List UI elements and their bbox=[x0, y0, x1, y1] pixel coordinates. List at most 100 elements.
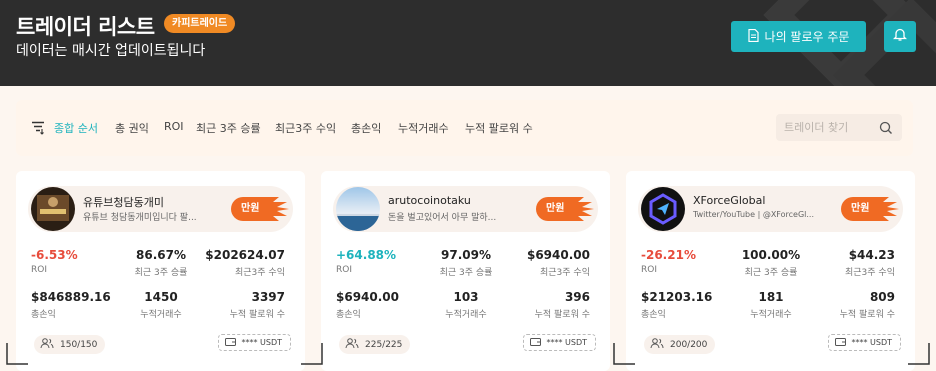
stat-label: 최근3주 수익 bbox=[540, 268, 590, 278]
stat-trades: 181 누적거래수 bbox=[726, 290, 816, 320]
stat-value: $846889.16 bbox=[31, 290, 111, 304]
corner-bracket bbox=[613, 343, 635, 365]
search-icon[interactable] bbox=[879, 120, 893, 139]
notification-button[interactable] bbox=[884, 21, 916, 52]
trader-profile[interactable]: 유튜브청담동개미 유튜브 청담동개미입니다 팔... 만원 bbox=[28, 186, 293, 232]
search-input[interactable] bbox=[784, 118, 874, 137]
stat-win-rate: 97.09% 최근 3주 승률 bbox=[421, 248, 511, 278]
filter-3w-profit[interactable]: 최근3주 수익 bbox=[275, 120, 336, 136]
stat-followers: 809 누적 팔로워 수 bbox=[840, 290, 895, 320]
stat-total-pnl: $6940.00 총손익 bbox=[336, 290, 399, 320]
stat-followers: 396 누적 팔로워 수 bbox=[535, 290, 590, 320]
capacity-value: 225/225 bbox=[365, 339, 403, 350]
flame-icon bbox=[568, 197, 594, 221]
stat-value: 103 bbox=[453, 290, 479, 304]
my-follow-orders-button[interactable]: 나의 팔로우 주문 bbox=[731, 21, 866, 52]
users-icon bbox=[650, 337, 664, 352]
trader-name: arutocoinotaku bbox=[388, 194, 471, 207]
trader-card[interactable]: 유튜브청담동개미 유튜브 청담동개미입니다 팔... 만원 -6.53% ROI … bbox=[16, 171, 305, 371]
document-icon bbox=[747, 28, 759, 45]
stat-total-pnl: $846889.16 총손익 bbox=[31, 290, 111, 320]
stat-value: -26.21% bbox=[641, 248, 696, 262]
stat-roi: +64.88% ROI bbox=[336, 248, 396, 275]
stat-label: 최근3주 수익 bbox=[235, 268, 285, 278]
stat-value: 1450 bbox=[144, 290, 178, 304]
usdt-value: **** USDT bbox=[546, 338, 587, 347]
stat-label: 누적거래수 bbox=[750, 310, 792, 320]
full-tag: 만원 bbox=[536, 197, 594, 221]
trader-card[interactable]: arutocoinotaku 돈을 벌고있어서 아무 말하... 만원 +64.… bbox=[321, 171, 610, 371]
users-icon bbox=[40, 337, 54, 352]
usdt-value: **** USDT bbox=[851, 338, 892, 347]
stat-total-pnl: $21203.16 총손익 bbox=[641, 290, 712, 320]
bell-icon bbox=[892, 27, 908, 46]
stat-win-rate: 100.00% 최근 3주 승률 bbox=[726, 248, 816, 278]
flame-icon bbox=[873, 197, 899, 221]
stat-value: 809 bbox=[869, 290, 895, 304]
stat-label: ROI bbox=[31, 265, 47, 275]
stat-value: 181 bbox=[758, 290, 784, 304]
stat-value: $21203.16 bbox=[641, 290, 713, 304]
trader-bio: 돈을 벌고있어서 아무 말하... bbox=[388, 213, 497, 223]
stat-label: 최근 3주 승률 bbox=[744, 268, 798, 278]
stat-label: ROI bbox=[641, 265, 657, 275]
filter-total-equity[interactable]: 총 권익 bbox=[115, 120, 149, 136]
follower-capacity: 225/225 bbox=[339, 335, 411, 354]
stat-value: 97.09% bbox=[441, 248, 491, 262]
filter-bar: 종합 순서 총 권익 ROI 최근 3주 승률 최근3주 수익 총손익 누적거래… bbox=[16, 100, 913, 156]
stat-label: 최근 3주 승률 bbox=[134, 268, 188, 278]
trader-name: XForceGlobal bbox=[693, 194, 766, 207]
stat-trades: 1450 누적거래수 bbox=[116, 290, 206, 320]
trader-card[interactable]: XForceGlobal Twitter/YouTube | @XForceGl… bbox=[626, 171, 915, 371]
copytrade-badge: 카피트레이드 bbox=[164, 14, 236, 33]
filter-overall[interactable]: 종합 순서 bbox=[54, 120, 98, 136]
avatar bbox=[641, 187, 685, 231]
my-follow-orders-label: 나의 팔로우 주문 bbox=[764, 30, 850, 44]
stat-trades: 103 누적거래수 bbox=[421, 290, 511, 320]
trader-profile[interactable]: arutocoinotaku 돈을 벌고있어서 아무 말하... 만원 bbox=[333, 186, 598, 232]
capacity-value: 150/150 bbox=[60, 339, 98, 350]
stat-label: 최근 3주 승률 bbox=[439, 268, 493, 278]
trader-profile[interactable]: XForceGlobal Twitter/YouTube | @XForceGl… bbox=[638, 186, 903, 232]
usdt-value: **** USDT bbox=[241, 338, 282, 347]
stat-label: ROI bbox=[336, 265, 352, 275]
stat-label: 누적거래수 bbox=[140, 310, 182, 320]
follower-capacity: 150/150 bbox=[34, 335, 106, 354]
corner-bracket bbox=[908, 343, 930, 365]
stat-value: 86.67% bbox=[136, 248, 186, 262]
full-tag: 만원 bbox=[841, 197, 899, 221]
stat-label: 총손익 bbox=[336, 310, 361, 320]
stat-label: 누적 팔로워 수 bbox=[229, 310, 285, 320]
stat-label: 누적 팔로워 수 bbox=[534, 310, 590, 320]
stat-value: 396 bbox=[564, 290, 590, 304]
stat-roi: -6.53% ROI bbox=[31, 248, 78, 275]
corner-bracket bbox=[301, 343, 323, 365]
trader-search bbox=[776, 114, 902, 141]
filter-roi[interactable]: ROI bbox=[164, 120, 184, 133]
filter-follower-count[interactable]: 누적 팔로워 수 bbox=[465, 120, 533, 136]
trader-bio: 유튜브 청담동개미입니다 팔... bbox=[83, 213, 197, 223]
wallet-icon bbox=[225, 337, 237, 348]
stat-value: 3397 bbox=[251, 290, 285, 304]
avatar bbox=[336, 187, 380, 231]
page-subtitle: 데이터는 매시간 업데이트됩니다 bbox=[16, 43, 206, 59]
filter-trade-count[interactable]: 누적거래수 bbox=[398, 120, 449, 136]
filter-total-pnl[interactable]: 총손익 bbox=[351, 120, 381, 136]
page-header: 트레이더 리스트 카피트레이드 데이터는 매시간 업데이트됩니다 나의 팔로우 … bbox=[0, 0, 936, 86]
stat-followers: 3397 누적 팔로워 수 bbox=[230, 290, 285, 320]
stat-value: $202624.07 bbox=[205, 248, 285, 262]
flame-icon bbox=[263, 197, 289, 221]
stat-label: 총손익 bbox=[641, 310, 666, 320]
stat-label: 누적거래수 bbox=[445, 310, 487, 320]
filter-sort-icon[interactable] bbox=[31, 120, 45, 139]
stat-value: 100.00% bbox=[741, 248, 801, 262]
stat-value: +64.88% bbox=[336, 248, 397, 262]
wallet-icon bbox=[530, 337, 542, 348]
stat-3w-profit: $44.23 최근3주 수익 bbox=[845, 248, 895, 278]
stat-value: $6940.00 bbox=[526, 248, 590, 262]
filter-win-rate[interactable]: 최근 3주 승률 bbox=[196, 120, 261, 136]
usdt-badge: **** USDT bbox=[523, 334, 596, 351]
trader-name: 유튜브청담동개미 bbox=[83, 196, 164, 209]
stat-3w-profit: $6940.00 최근3주 수익 bbox=[527, 248, 590, 278]
full-tag: 만원 bbox=[231, 197, 289, 221]
